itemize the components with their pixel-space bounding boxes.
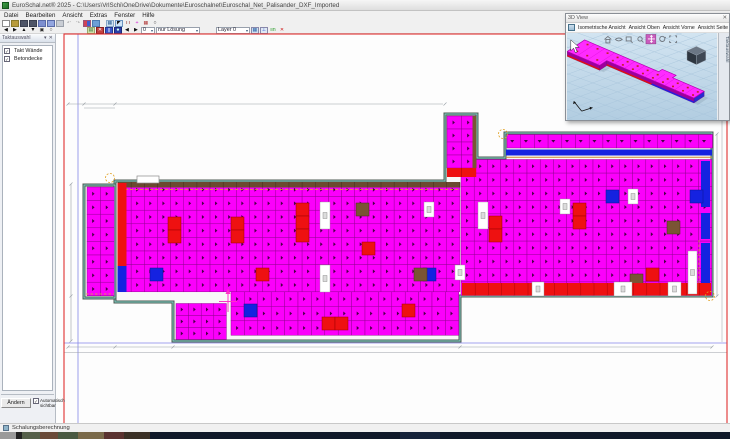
- taskbar-segment: [78, 432, 104, 439]
- menu-datei[interactable]: Datei: [4, 12, 18, 19]
- menu-extras[interactable]: Extras: [90, 12, 108, 19]
- undo-icon[interactable]: ↶: [65, 20, 73, 27]
- pan-left-icon[interactable]: ◀: [2, 27, 10, 34]
- auto-visible-option[interactable]: ✓ Automatisch sichtbar: [33, 398, 53, 408]
- pi-tool-icon[interactable]: Π: [124, 20, 132, 27]
- auto-visible-checkbox[interactable]: ✓: [33, 398, 39, 404]
- snap-cross-icon[interactable]: +: [133, 20, 141, 27]
- copy-icon[interactable]: [47, 20, 55, 27]
- taskbar-segment: [150, 432, 730, 439]
- step-forward-icon[interactable]: ▶: [132, 27, 140, 34]
- takt-item-betondecke[interactable]: ✓ Betondecke: [4, 55, 51, 63]
- viewer-3d-titlebar[interactable]: 3D View ✕: [566, 14, 729, 23]
- grid-icon[interactable]: ▦: [251, 27, 259, 34]
- status-bar: Schalungsberechnung: [0, 423, 730, 432]
- menu-fenster[interactable]: Fenster: [114, 12, 135, 19]
- print-icon[interactable]: [56, 20, 64, 27]
- select-pointer-icon[interactable]: ◤: [115, 20, 123, 27]
- open-folder-icon[interactable]: [11, 20, 19, 27]
- step-back-icon[interactable]: ◀: [123, 27, 131, 34]
- close-icon[interactable]: ✕: [49, 35, 53, 41]
- viewer-3d-toolbar: Isometrische AnsichtAnsicht ObenAnsicht …: [566, 23, 729, 33]
- pause-icon[interactable]: ∥: [105, 27, 113, 34]
- taskbar-segment: [22, 432, 40, 439]
- pin-icon[interactable]: ▾: [44, 35, 47, 41]
- takt-panel-header: Taktauswahl ▾ ✕: [0, 34, 55, 43]
- taskbar-segment: [0, 432, 16, 439]
- pan-up-icon[interactable]: ▲: [20, 27, 28, 34]
- run-icon[interactable]: ●: [114, 27, 122, 34]
- status-icon: [3, 425, 9, 431]
- delete-takt-icon[interactable]: ✕: [96, 27, 104, 34]
- viewer-3d-title: 3D View: [568, 15, 588, 21]
- viewport-icon[interactable]: ▦: [106, 20, 114, 27]
- takt-dropdown[interactable]: 0▾: [141, 27, 155, 34]
- close-solution-icon[interactable]: ✕: [278, 27, 286, 34]
- redo-icon[interactable]: ↷: [74, 20, 82, 27]
- taskbar-segment: [124, 432, 150, 439]
- taskbar-segment: [58, 432, 78, 439]
- color-fill-icon[interactable]: [83, 20, 91, 27]
- layers-icon[interactable]: ▦: [142, 20, 150, 27]
- cut-icon[interactable]: [38, 20, 46, 27]
- taskbar-segment: [40, 432, 58, 439]
- menu-ansicht[interactable]: Ansicht: [62, 12, 82, 19]
- save-all-icon[interactable]: [29, 20, 37, 27]
- viewer-3d-window: 3D View ✕ Isometrische AnsichtAnsicht Ob…: [565, 13, 730, 121]
- save-icon[interactable]: [20, 20, 28, 27]
- linear-icon[interactable]: lin: [269, 27, 277, 34]
- auto-visible-label: Automatisch sichtbar: [40, 398, 65, 408]
- title-bar: EuroSchal.net® 2025 - C:\Users\VrlSchi\O…: [0, 0, 730, 11]
- menu-bearbeiten[interactable]: Bearbeiten: [25, 12, 55, 19]
- viewport-3d[interactable]: [566, 33, 718, 120]
- panel-title: Taktauswahl: [2, 35, 42, 41]
- item-label: Betondecke: [14, 56, 42, 62]
- takt-item-takt-wände[interactable]: ✓ Takt Wände: [4, 47, 51, 55]
- viewer-3d-close-icon[interactable]: ✕: [722, 15, 727, 21]
- new-file-icon[interactable]: [2, 20, 10, 27]
- view-button-ansicht-oben[interactable]: Ansicht Oben: [629, 25, 660, 31]
- pan-down-icon[interactable]: ▼: [29, 27, 37, 34]
- pan-right-icon[interactable]: ▶: [11, 27, 19, 34]
- layer-dropdown[interactable]: Layer 0▾: [216, 27, 250, 34]
- view-button-ansicht-vorne[interactable]: Ansicht Vorne: [663, 25, 695, 31]
- image-icon[interactable]: [92, 20, 100, 27]
- zoom-tool-icon[interactable]: ○: [151, 20, 159, 27]
- takt-panel-footer: Ändern ✓ Automatisch sichtbar: [1, 394, 54, 422]
- item-checkbox[interactable]: ✓: [4, 56, 10, 62]
- window-title: EuroSchal.net® 2025 - C:\Users\VrlSchi\O…: [12, 2, 339, 9]
- takt-list[interactable]: ✓ Takt Wände ✓ Betondecke: [2, 45, 53, 391]
- status-text: Schalungsberechnung: [12, 425, 70, 431]
- solution-dropdown[interactable]: nur Lösung▾: [156, 27, 200, 34]
- iso-cube-icon[interactable]: [568, 24, 575, 31]
- item-label: Takt Wände: [14, 48, 42, 54]
- change-button[interactable]: Ändern: [1, 398, 31, 408]
- ortho-icon[interactable]: ⊥: [260, 27, 268, 34]
- takt-list-icon[interactable]: ▤: [87, 27, 95, 34]
- view-button-ansicht-seite[interactable]: Ansicht Seite: [698, 25, 728, 31]
- zoom-window-icon[interactable]: ▣: [38, 27, 46, 34]
- takt-panel: Taktauswahl ▾ ✕ ✓ Takt Wände ✓ Betondecke Ä…: [0, 34, 56, 423]
- windows-taskbar[interactable]: [0, 432, 730, 439]
- taskbar-segment: [400, 432, 440, 439]
- app-icon: [2, 2, 9, 9]
- item-checkbox[interactable]: ✓: [4, 48, 10, 54]
- taskbar-segment: [104, 432, 124, 439]
- zoom-all-icon[interactable]: ○: [47, 27, 55, 34]
- view-button-isometrische-ansicht[interactable]: Isometrische Ansicht: [578, 25, 626, 31]
- pan-3d-icon[interactable]: [646, 34, 656, 43]
- viewer-3d-side-tab[interactable]: Taktauswahl: [718, 33, 729, 120]
- menu-hilfe[interactable]: Hilfe: [142, 12, 154, 19]
